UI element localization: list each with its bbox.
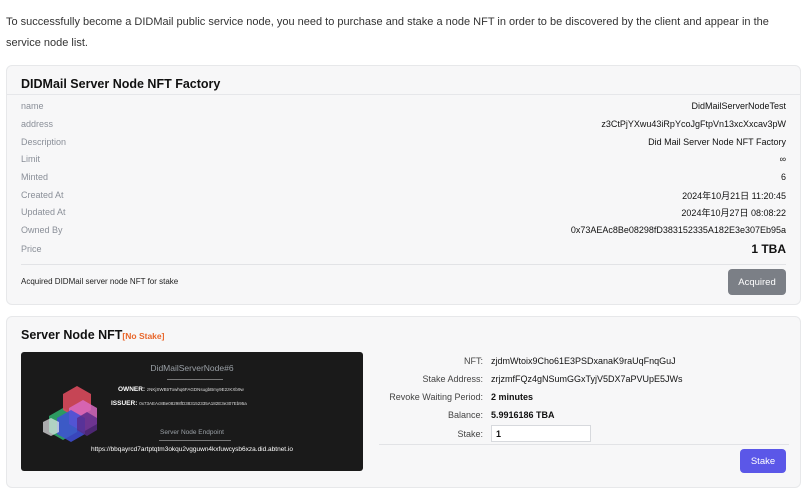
issuer-value: 0x73AEAc8Be08298fD383152335A182E3e307Eb9…	[139, 401, 247, 406]
balance-label: Balance:	[447, 410, 483, 420]
info-row-nft: NFT: zjdmWtoix9Cho61E3PSDxanaK9raUqFnqGu…	[377, 353, 791, 369]
divider	[21, 264, 786, 265]
row-value: DidMailServerNodeTest	[691, 101, 786, 111]
divider	[159, 440, 231, 441]
row-value: 2024年10月27日 08:08:22	[681, 207, 786, 218]
row-value: 2024年10月21日 11:20:45	[682, 190, 786, 201]
factory-row-name: name DidMailServerNodeTest	[21, 97, 786, 115]
row-value: 0x73AEAc8Be08298fD383152335A182E3e307Eb9…	[570, 225, 786, 235]
row-label: Created At	[21, 190, 64, 200]
factory-row-address: address z3CtPjYXwu43iRpYcoJgFtpVn13xcXxc…	[21, 115, 786, 133]
stake-input[interactable]	[491, 425, 591, 442]
row-label: Description	[21, 137, 67, 147]
info-row-revoke: Revoke Waiting Period: 2 minutes	[377, 389, 791, 405]
factory-row-minted: Minted 6	[21, 168, 786, 186]
factory-card: DIDMail Server Node NFT Factory name Did…	[6, 65, 801, 305]
revoke-label: Revoke Waiting Period:	[389, 392, 483, 402]
nft-name: DidMailServerNode#6	[150, 363, 234, 373]
row-value: ∞	[779, 154, 786, 164]
intro-text: To successfully become a DIDMail public …	[6, 16, 769, 49]
row-label: Price	[21, 244, 42, 254]
revoke-value: 2 minutes	[491, 392, 534, 402]
factory-row-updated-at: Updated At 2024年10月27日 08:08:22	[21, 203, 786, 221]
row-value: Did Mail Server Node NFT Factory	[648, 137, 786, 147]
server-node-card: Server Node NFT[No Stake] DidMailServerN…	[6, 316, 801, 488]
divider	[7, 94, 800, 95]
divider	[167, 379, 223, 380]
row-value: 6	[780, 172, 786, 182]
factory-title: DIDMail Server Node NFT Factory	[21, 77, 221, 91]
factory-row-price: Price 1 TBA	[21, 239, 786, 259]
divider	[379, 444, 789, 445]
factory-row-created-at: Created At 2024年10月21日 11:20:45	[21, 186, 786, 204]
stake-button[interactable]: Stake	[740, 449, 786, 473]
owner-label: OWNER:	[118, 386, 146, 393]
acquired-note: Acquired DIDMail server node NFT for sta…	[21, 277, 179, 286]
info-row-stake-address: Stake Address: zrjzmfFQz4gNSumGGxTyjV5DX…	[377, 371, 791, 387]
nft-preview-card: DidMailServerNode#6 OWNER: zNKjSWBtrTowh…	[21, 352, 363, 471]
server-node-title: Server Node NFT[No Stake]	[21, 328, 164, 342]
nft-cubes-image	[43, 386, 97, 442]
nft-owner: OWNER: zNKjSWBtrTowhq6FAGDNsugbBmy9E2zKX…	[118, 386, 244, 393]
row-label: Owned By	[21, 225, 63, 235]
factory-row-description: Description Did Mail Server Node NFT Fac…	[21, 133, 786, 151]
issuer-label: ISSUER:	[111, 400, 138, 407]
row-label: Limit	[21, 154, 41, 164]
nft-value: zjdmWtoix9Cho61E3PSDxanaK9raUqFnqGuJ	[491, 356, 676, 366]
status-badge: [No Stake]	[122, 331, 165, 341]
stake-address-label: Stake Address:	[422, 374, 483, 384]
stake-address-value: zrjzmfFQz4gNSumGGxTyjV5DX7aPVUpE5JWs	[491, 374, 683, 384]
endpoint-value: https://bbqayrcd7artptqtm3okqu2vgguwn4kx…	[91, 446, 293, 453]
stake-label: Stake:	[457, 428, 483, 439]
factory-row-owned-by: Owned By 0x73AEAc8Be08298fD383152335A182…	[21, 221, 786, 239]
owner-value: zNKjSWBtrTowhq6FAGDNsugbBmy9E2zKXb9w	[146, 387, 244, 392]
row-label: name	[21, 101, 44, 111]
balance-value: 5.9916186 TBA	[491, 410, 555, 420]
nft-label: NFT:	[464, 356, 483, 366]
endpoint-label: Server Node Endpoint	[160, 429, 224, 436]
row-label: Minted	[21, 172, 49, 182]
server-node-title-text: Server Node NFT	[21, 328, 123, 342]
price-value: 1 TBA	[751, 242, 786, 256]
row-value: z3CtPjYXwu43iRpYcoJgFtpVn13xcXxcav3pW	[601, 119, 786, 129]
row-label: address	[21, 119, 54, 129]
nft-issuer: ISSUER: 0x73AEAc8Be08298fD383152335A182E…	[111, 400, 247, 407]
factory-row-limit: Limit ∞	[21, 150, 786, 168]
acquired-button[interactable]: Acquired	[728, 269, 786, 295]
info-row-stake: Stake:	[377, 424, 791, 443]
info-row-balance: Balance: 5.9916186 TBA	[377, 407, 791, 423]
row-label: Updated At	[21, 207, 66, 217]
